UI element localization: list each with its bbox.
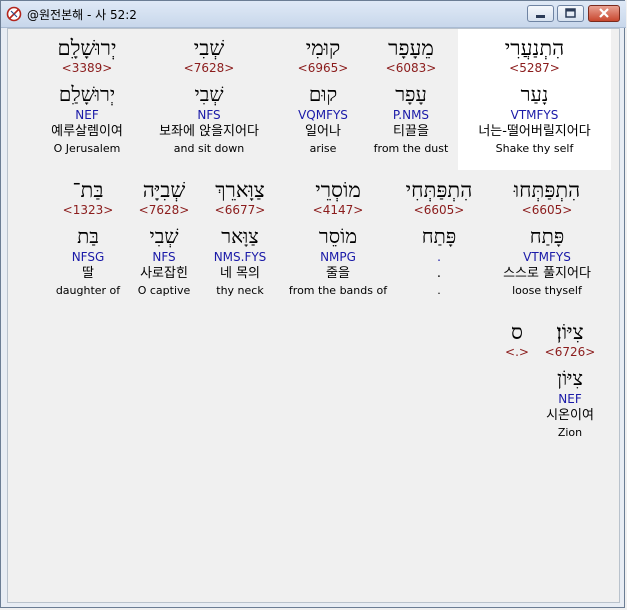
hebrew-word: ס (511, 320, 523, 344)
morphology-code: NFSG (71, 250, 105, 264)
close-button[interactable] (588, 5, 620, 22)
morphology-code: NFS (152, 250, 176, 264)
hebrew-word: מֵעָפָר (388, 36, 434, 60)
strong-number[interactable]: <6726> (536, 345, 604, 361)
minimize-icon (536, 15, 545, 18)
strong-number[interactable]: <7628> (128, 203, 200, 219)
lemma: נָעַר (520, 82, 549, 106)
lemma: מוֹסֵר (318, 224, 358, 248)
hebrew-word: בַּת־ (72, 178, 104, 202)
word-cell[interactable]: מֵעָפָר <6083> עָפָר P.NMS 티끌을 from the … (368, 29, 454, 170)
morphology-code: NEF (558, 392, 582, 406)
lemma: בַּת (77, 224, 99, 248)
english-gloss: O Jerusalem (53, 142, 121, 155)
strong-number[interactable]: <1323> (52, 203, 124, 219)
hebrew-word: הִתְפַּתְּחוּ (513, 178, 581, 202)
hebrew-word: הִתְנַעֲרִי (504, 36, 565, 60)
lemma: קוּם (308, 82, 338, 106)
korean-gloss: 너는-떨어버릴지어다 (478, 124, 591, 139)
lemma: יְרוּשָׁלִַם (58, 82, 116, 106)
hebrew-word: צַוָּארֵךְ (215, 178, 265, 202)
korean-gloss: 스스로 풀지어다 (503, 266, 591, 281)
strong-number[interactable]: <4147> (284, 203, 392, 219)
word-cell[interactable]: בַּת־ <1323> בַּת NFSG 딸 daughter of (52, 171, 124, 309)
strong-number[interactable]: <6083> (368, 61, 454, 77)
strong-number[interactable]: <3389> (28, 61, 146, 77)
lemma: עָפָר (395, 82, 427, 106)
korean-gloss: 네 목의 (219, 266, 260, 281)
korean-gloss: . (436, 266, 442, 281)
morphology-code: P.NMS (392, 108, 430, 122)
lemma: פָּתַח (529, 224, 565, 248)
word-cell[interactable]: צִיּוֹן׃ <6726> צִיּוֹן NEF 시온이여 Zion (536, 313, 604, 449)
maximize-icon (565, 8, 576, 18)
english-gloss: from the dust (373, 142, 449, 155)
korean-gloss: 보좌에 앉을지어다 (159, 124, 259, 139)
english-gloss: O captive (137, 284, 191, 297)
english-gloss: Zion (557, 426, 583, 439)
close-icon (599, 8, 609, 18)
minimize-button[interactable] (527, 5, 554, 22)
korean-gloss: 시온이여 (546, 408, 594, 423)
maximize-button[interactable] (557, 5, 584, 22)
lemma: פָּתַח (421, 224, 457, 248)
word-cell[interactable]: הִתְפַּתְּחִי <6605> פָּתַח . . . (394, 171, 484, 309)
app-logo-icon[interactable] (6, 6, 22, 22)
morphology-code: NMS.FYS (213, 250, 267, 264)
english-gloss: Shake thy self (495, 142, 574, 155)
morphology-code: VTMFYS (523, 250, 571, 264)
word-cell[interactable]: ס <.> (502, 313, 532, 373)
word-cell[interactable]: צַוָּארֵךְ <6677> צַוָּאר NMS.FYS 네 목의 t… (202, 171, 278, 309)
word-cell[interactable]: יְרוּשָׁלִָם <3389> יְרוּשָׁלִַם NEF 예루살… (28, 29, 146, 170)
english-gloss: and sit down (173, 142, 245, 155)
word-cell[interactable]: הִתְנַעֲרִי <5287> נָעַר VTMFYS 너는-떨어버릴지… (458, 29, 611, 170)
korean-gloss: 일어나 (305, 124, 341, 139)
korean-gloss: 예루살렘이여 (51, 124, 123, 139)
hebrew-word: שְׁבִי (193, 36, 225, 60)
title-bar[interactable]: @원전본해 - 사 52:2 (1, 1, 626, 28)
morphology-code: . (437, 250, 441, 264)
morphology-code: NMPG (320, 250, 356, 264)
lemma: צַוָּאר (221, 224, 259, 248)
hebrew-word: קוּמִי (305, 36, 341, 60)
morphology-code: VTMFYS (510, 108, 559, 122)
window-title: @원전본해 - 사 52:2 (27, 8, 137, 22)
interlinear-panel: הִתְנַעֲרִי <5287> נָעַר VTMFYS 너는-떨어버릴지… (7, 28, 620, 603)
english-gloss: . (437, 284, 441, 297)
strong-number[interactable]: <5287> (458, 61, 611, 77)
word-cell[interactable]: שְׁבִי <7628> שְׁבִי NFS 보좌에 앉을지어다 and s… (140, 29, 278, 170)
hebrew-word: צִיּוֹן׃ (556, 320, 584, 344)
morphology-code: NEF (75, 108, 99, 122)
hebrew-word: שְׁבִיָּה (142, 178, 186, 202)
korean-gloss: 딸 (82, 266, 94, 281)
lemma: שְׁבִי (149, 224, 179, 248)
strong-number[interactable]: <6965> (283, 61, 363, 77)
hebrew-word: מוֹסְרֵי (315, 178, 361, 202)
word-cell[interactable]: הִתְפַּתְּחוּ <6605> פָּתַח VTMFYS 스스로 풀… (486, 171, 608, 309)
english-gloss: thy neck (216, 284, 264, 297)
lemma: צִיּוֹן (557, 366, 583, 390)
hebrew-word: יְרוּשָׁלִָם (57, 36, 117, 60)
korean-gloss: 티끌을 (393, 124, 429, 139)
english-gloss: from the bands of (288, 284, 388, 297)
english-gloss: daughter of (55, 284, 121, 297)
strong-number[interactable]: <.> (502, 345, 532, 361)
strong-number[interactable]: <6677> (202, 203, 278, 219)
korean-gloss: 사로잡힌 (140, 266, 188, 281)
word-cell[interactable]: שְׁבִיָּה <7628> שְׁבִי NFS 사로잡힌 O capti… (128, 171, 200, 309)
word-cell[interactable]: קוּמִי <6965> קוּם VQMFYS 일어나 arise (283, 29, 363, 170)
english-gloss: loose thyself (512, 284, 582, 297)
word-cell[interactable]: מוֹסְרֵי <4147> מוֹסֵר NMPG 줄을 from the … (284, 171, 392, 309)
strong-number[interactable]: <6605> (394, 203, 484, 219)
strong-number[interactable]: <7628> (140, 61, 278, 77)
hebrew-word: הִתְפַּתְּחִי (405, 178, 473, 202)
morphology-code: NFS (197, 108, 221, 122)
english-gloss: arise (309, 142, 337, 155)
lemma: שְׁבִי (194, 82, 224, 106)
morphology-code: VQMFYS (298, 108, 348, 122)
strong-number[interactable]: <6605> (486, 203, 608, 219)
korean-gloss: 줄을 (326, 266, 350, 281)
main-window: @원전본해 - 사 52:2 הִתְנַעֲרִי <5287> נָעַר … (0, 0, 626, 608)
